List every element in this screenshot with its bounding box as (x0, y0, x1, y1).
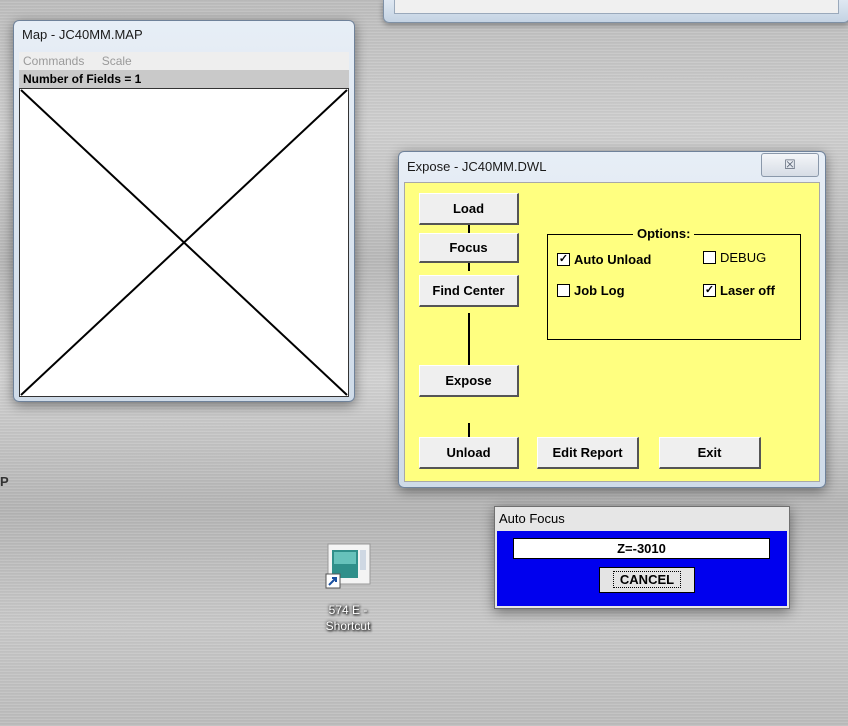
close-button[interactable]: ☒ (761, 153, 819, 177)
auto-focus-window[interactable]: Auto Focus Z=-3010 CANCEL (494, 506, 790, 609)
focus-button[interactable]: Focus (419, 233, 519, 263)
map-menubar: Commands Scale (19, 52, 349, 70)
desktop-edge-text: P (0, 474, 9, 489)
expose-button[interactable]: Expose (419, 365, 519, 397)
find-center-button[interactable]: Find Center (419, 275, 519, 307)
cancel-label: CANCEL (612, 571, 682, 588)
expose-panel: Load Focus Find Center Expose Unload Edi… (404, 182, 820, 482)
shortcut-label-line2: Shortcut (325, 619, 371, 633)
auto-unload-checkbox[interactable]: ✓ Auto Unload (557, 252, 651, 267)
checkbox-empty-icon (703, 251, 716, 264)
options-group: Options: ✓ Auto Unload DEBUG Job Log ✓ L… (547, 226, 801, 340)
map-window-title: Map - JC40MM.MAP (22, 27, 143, 42)
unload-button[interactable]: Unload (419, 437, 519, 469)
checkbox-check-icon: ✓ (703, 284, 716, 297)
expose-window[interactable]: Expose - JC40MM.DWL ☒ Load Focus Find Ce… (398, 151, 826, 488)
laser-off-label: Laser off (720, 283, 775, 298)
edit-report-button[interactable]: Edit Report (537, 437, 639, 469)
debug-label: DEBUG (720, 250, 767, 265)
expose-window-title: Expose - JC40MM.DWL (407, 159, 547, 174)
z-position-readout: Z=-3010 (513, 538, 770, 559)
exit-button[interactable]: Exit (659, 437, 761, 469)
map-canvas[interactable] (19, 88, 349, 397)
auto-focus-title: Auto Focus (499, 511, 565, 526)
close-icon: ☒ (784, 157, 796, 172)
fields-count-label: Number of Fields = 1 (19, 70, 349, 88)
checkbox-check-icon: ✓ (557, 253, 570, 266)
job-log-checkbox[interactable]: Job Log (557, 283, 625, 298)
load-button[interactable]: Load (419, 193, 519, 225)
background-window-frame (383, 0, 848, 23)
shortcut-label: 574 E - Shortcut (318, 602, 378, 634)
debug-checkbox[interactable]: DEBUG (703, 250, 766, 265)
map-field-cross (20, 89, 348, 396)
options-title: Options: (633, 226, 695, 241)
cancel-button[interactable]: CANCEL (599, 567, 695, 593)
map-window[interactable]: Map - JC40MM.MAP Commands Scale Number o… (13, 20, 355, 402)
laser-off-checkbox[interactable]: ✓ Laser off (703, 283, 775, 298)
auto-focus-panel: Z=-3010 CANCEL (497, 531, 787, 606)
shortcut-label-line1: 574 E - (328, 603, 368, 617)
checkbox-empty-icon (557, 284, 570, 297)
menu-scale[interactable]: Scale (102, 54, 132, 68)
menu-commands[interactable]: Commands (23, 54, 84, 68)
auto-unload-label: Auto Unload (574, 252, 652, 267)
job-log-label: Job Log (574, 283, 625, 298)
application-shortcut-icon (325, 543, 371, 589)
